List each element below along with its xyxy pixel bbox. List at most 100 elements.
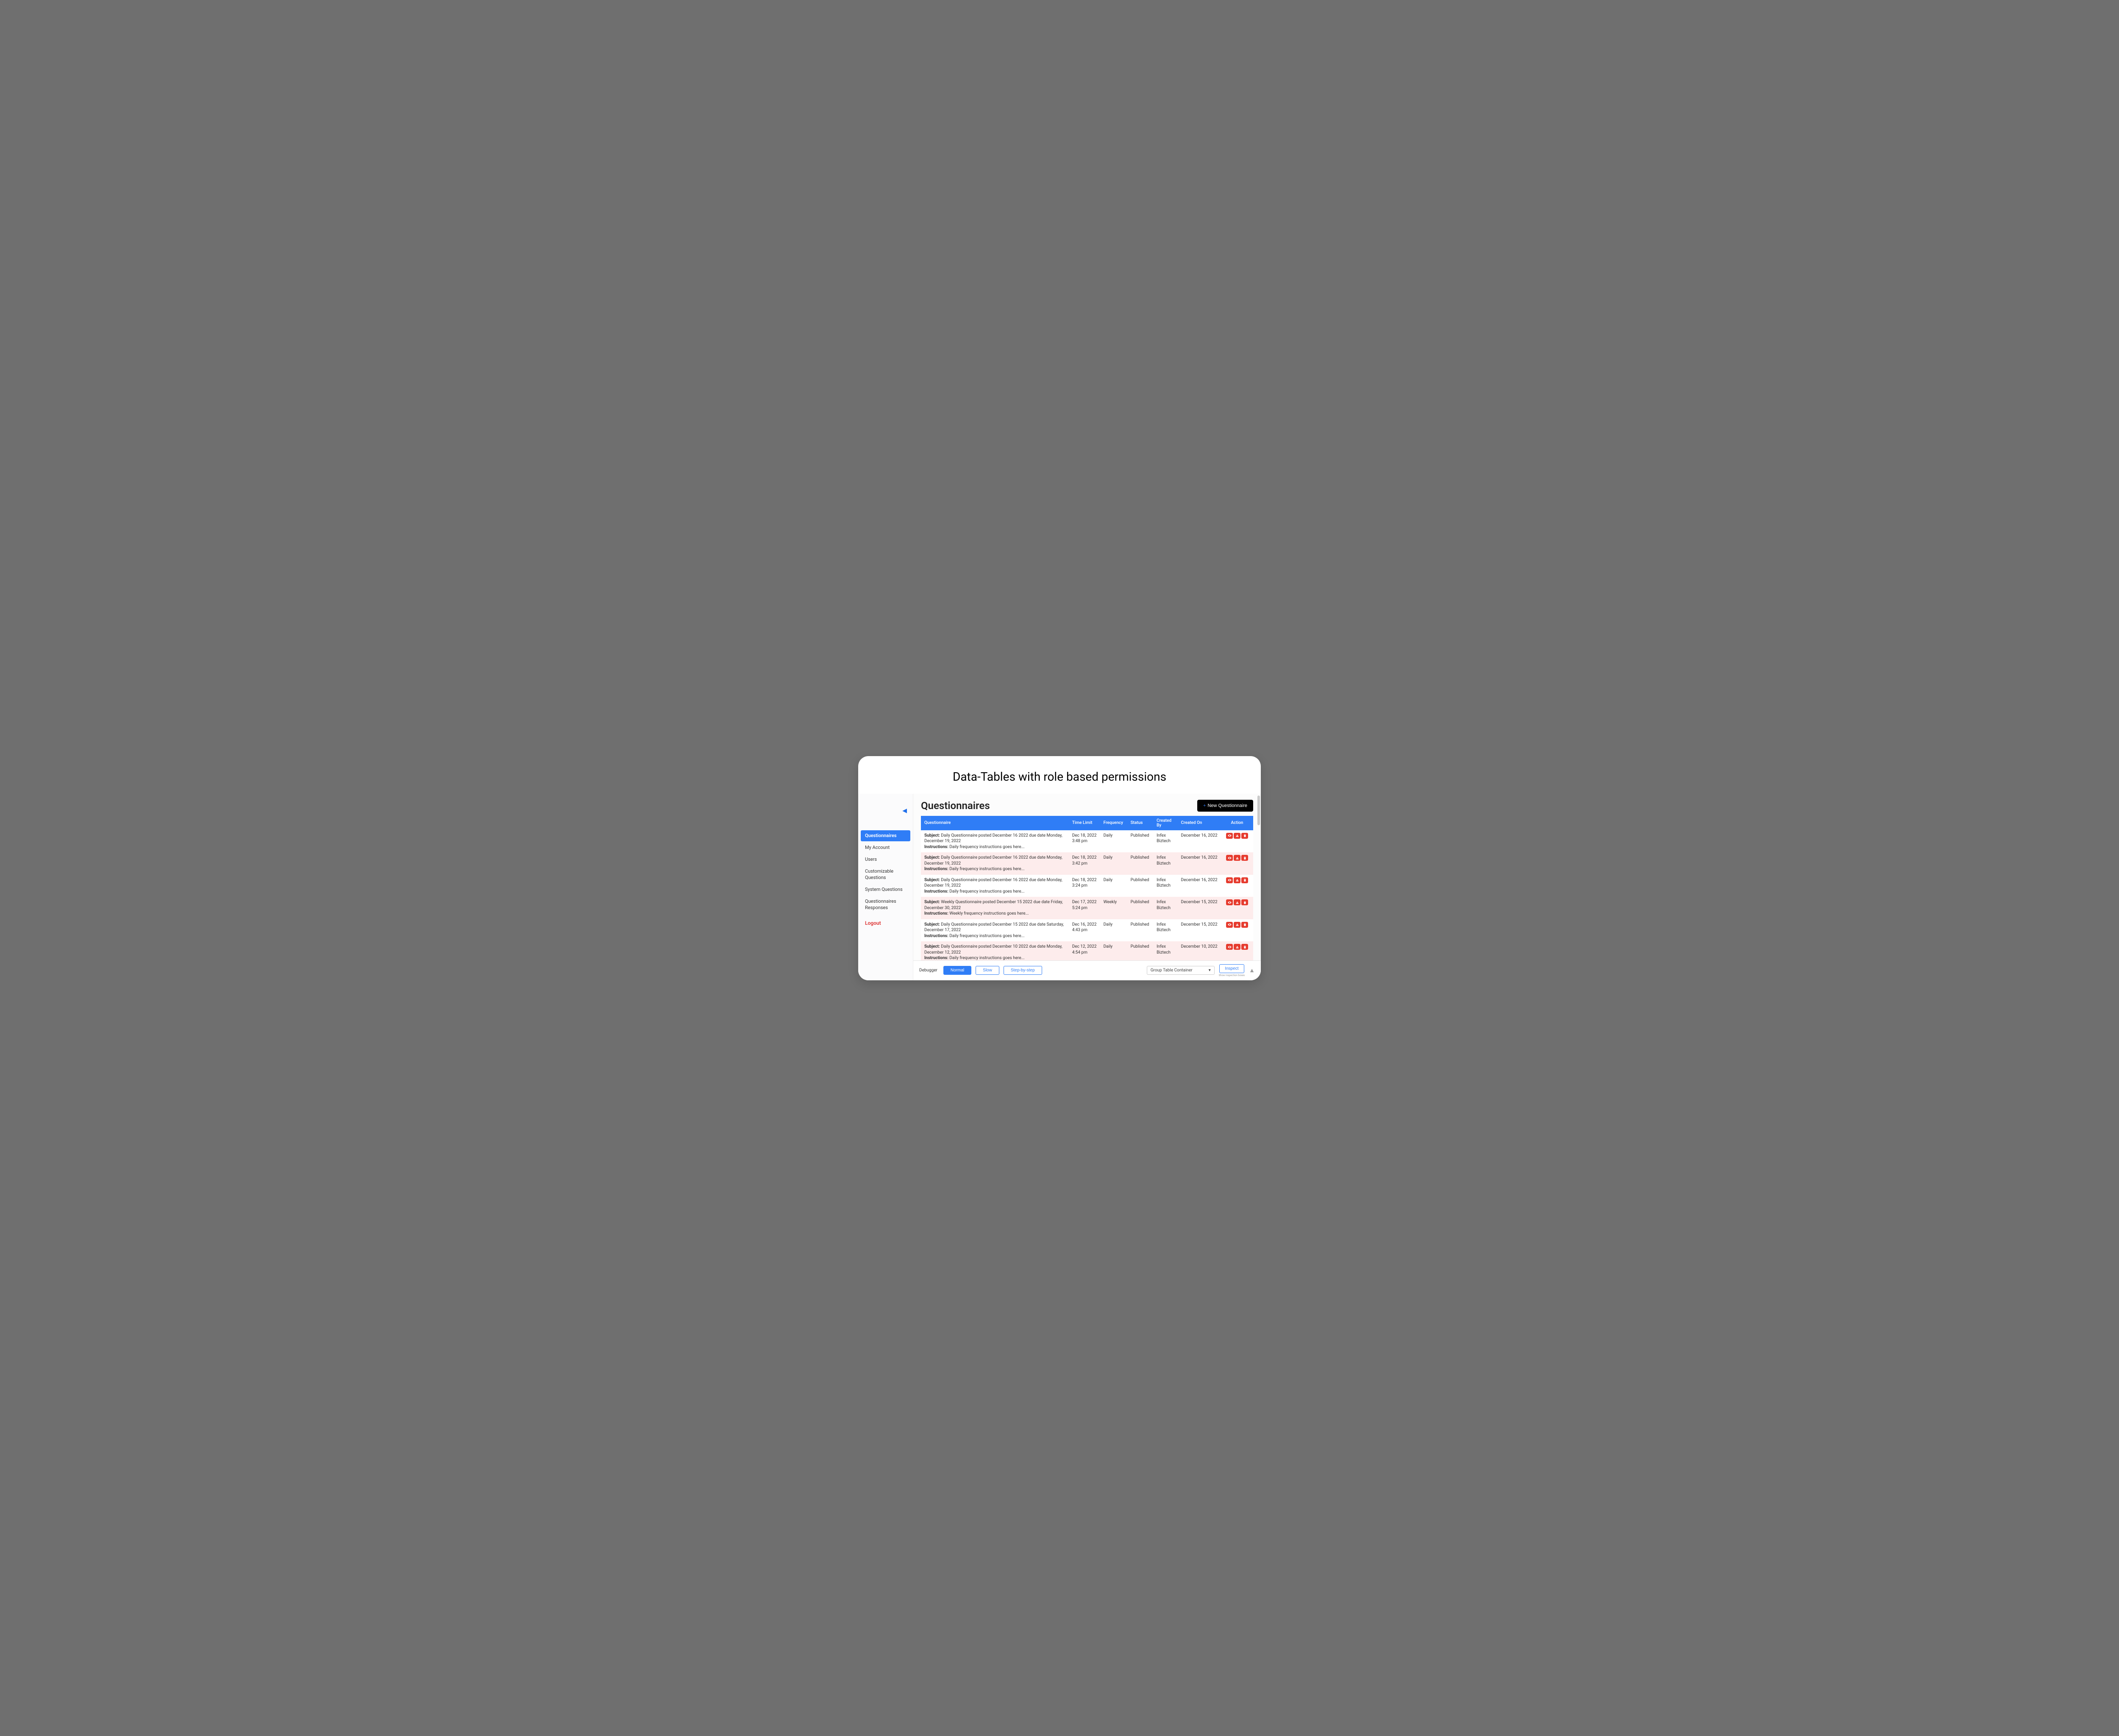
table-header-row: QuestionnaireTime LimitFrequencyStatusCr… xyxy=(921,816,1253,830)
col-0[interactable]: Questionnaire xyxy=(921,816,1069,830)
users-icon[interactable] xyxy=(1234,877,1240,883)
cell-actions xyxy=(1221,919,1253,942)
scrollbar-thumb[interactable] xyxy=(1257,796,1260,825)
main-panel: Questionnaires +New Questionnaire Questi… xyxy=(913,794,1261,980)
cell-frequency: Weekly xyxy=(1100,897,1127,919)
sidebar-nav: QuestionnairesMy AccountUsersCustomizabl… xyxy=(858,830,913,929)
cell-createdBy: Infex Biztech xyxy=(1153,830,1177,853)
sidebar-item-1[interactable]: My Account xyxy=(861,842,910,853)
table-row: Subject: Daily Questionnaire posted Dece… xyxy=(921,919,1253,942)
sidebar-item-3[interactable]: Customizable Questions xyxy=(861,866,910,883)
sidebar: ◀ QuestionnairesMy AccountUsersCustomiza… xyxy=(858,794,913,980)
sidebar-item-0[interactable]: Questionnaires xyxy=(861,830,910,841)
main-scroll[interactable]: Questionnaires +New Questionnaire Questi… xyxy=(913,794,1261,960)
cell-timeLimit: Dec 12, 2022 4:54 pm xyxy=(1069,941,1100,960)
view-icon[interactable] xyxy=(1226,922,1233,928)
users-icon[interactable] xyxy=(1234,922,1240,928)
delete-icon[interactable] xyxy=(1241,855,1248,861)
cell-createdBy: Infex Biztech xyxy=(1153,875,1177,897)
cell-timeLimit: Dec 18, 2022 3:24 pm xyxy=(1069,875,1100,897)
cell-status: Published xyxy=(1127,875,1153,897)
table-body: Subject: Daily Questionnaire posted Dece… xyxy=(921,830,1253,960)
sidebar-logout[interactable]: Logout xyxy=(861,918,910,929)
card-title: Data-Tables with role based permissions xyxy=(858,756,1261,794)
speed-normal-button[interactable]: Normal xyxy=(943,966,971,975)
cell-timeLimit: Dec 18, 2022 3:48 pm xyxy=(1069,830,1100,853)
cell-actions xyxy=(1221,875,1253,897)
cell-frequency: Daily xyxy=(1100,919,1127,942)
view-icon[interactable] xyxy=(1226,877,1233,883)
col-5[interactable]: Created On xyxy=(1178,816,1221,830)
cell-status: Published xyxy=(1127,919,1153,942)
users-icon[interactable] xyxy=(1234,944,1240,950)
sidebar-item-5[interactable]: Questionnaires Responses xyxy=(861,896,910,913)
debugger-label: Debugger xyxy=(919,968,937,973)
cell-createdBy: Infex Biztech xyxy=(1153,897,1177,919)
cell-createdBy: Infex Biztech xyxy=(1153,852,1177,875)
inspect-hint: Show inspection boxes xyxy=(1219,974,1245,977)
new-questionnaire-button[interactable]: +New Questionnaire xyxy=(1197,800,1253,812)
delete-icon[interactable] xyxy=(1241,899,1248,905)
main-header: Questionnaires +New Questionnaire xyxy=(921,800,1253,812)
sidebar-item-2[interactable]: Users xyxy=(861,854,910,865)
cell-actions xyxy=(1221,897,1253,919)
cell-questionnaire: Subject: Weekly Questionnaire posted Dec… xyxy=(921,897,1069,919)
cell-actions xyxy=(1221,852,1253,875)
table-row: Subject: Daily Questionnaire posted Dece… xyxy=(921,941,1253,960)
users-icon[interactable] xyxy=(1234,833,1240,839)
cell-frequency: Daily xyxy=(1100,830,1127,853)
cell-status: Published xyxy=(1127,830,1153,853)
cell-questionnaire: Subject: Daily Questionnaire posted Dece… xyxy=(921,919,1069,942)
delete-icon[interactable] xyxy=(1241,944,1248,950)
cell-createdOn: December 15, 2022 xyxy=(1178,919,1221,942)
plus-icon: + xyxy=(1203,803,1206,808)
questionnaires-table: QuestionnaireTime LimitFrequencyStatusCr… xyxy=(921,816,1253,960)
sidebar-item-4[interactable]: System Questions xyxy=(861,884,910,895)
chevron-down-icon: ▾ xyxy=(1209,968,1211,973)
cell-frequency: Daily xyxy=(1100,875,1127,897)
col-6[interactable]: Action xyxy=(1221,816,1253,830)
cell-frequency: Daily xyxy=(1100,941,1127,960)
view-icon[interactable] xyxy=(1226,944,1233,950)
cell-timeLimit: Dec 16, 2022 4:43 pm xyxy=(1069,919,1100,942)
cell-questionnaire: Subject: Daily Questionnaire posted Dece… xyxy=(921,941,1069,960)
users-icon[interactable] xyxy=(1234,855,1240,861)
table-row: Subject: Daily Questionnaire posted Dece… xyxy=(921,830,1253,853)
col-4[interactable]: Created By xyxy=(1153,816,1177,830)
cell-createdBy: Infex Biztech xyxy=(1153,941,1177,960)
cell-createdOn: December 15, 2022 xyxy=(1178,897,1221,919)
delete-icon[interactable] xyxy=(1241,877,1248,883)
cell-createdOn: December 16, 2022 xyxy=(1178,830,1221,853)
cell-questionnaire: Subject: Daily Questionnaire posted Dece… xyxy=(921,875,1069,897)
cell-questionnaire: Subject: Daily Questionnaire posted Dece… xyxy=(921,830,1069,853)
users-icon[interactable] xyxy=(1234,899,1240,905)
view-icon[interactable] xyxy=(1226,833,1233,839)
debugger-bar: Debugger Normal Slow Step-by-step Group … xyxy=(913,960,1261,980)
col-2[interactable]: Frequency xyxy=(1100,816,1127,830)
cell-frequency: Daily xyxy=(1100,852,1127,875)
collapse-sidebar-icon[interactable]: ◀ xyxy=(902,807,907,814)
cell-questionnaire: Subject: Daily Questionnaire posted Dece… xyxy=(921,852,1069,875)
cell-createdBy: Infex Biztech xyxy=(1153,919,1177,942)
col-3[interactable]: Status xyxy=(1127,816,1153,830)
table-row: Subject: Daily Questionnaire posted Dece… xyxy=(921,875,1253,897)
cell-timeLimit: Dec 18, 2022 3:42 pm xyxy=(1069,852,1100,875)
cell-status: Published xyxy=(1127,852,1153,875)
element-select[interactable]: Group Table Container ▾ xyxy=(1147,966,1215,975)
speed-slow-button[interactable]: Slow xyxy=(976,966,999,975)
delete-icon[interactable] xyxy=(1241,922,1248,928)
view-icon[interactable] xyxy=(1226,855,1233,861)
col-1[interactable]: Time Limit xyxy=(1069,816,1100,830)
speed-step-button[interactable]: Step-by-step xyxy=(1004,966,1042,975)
view-icon[interactable] xyxy=(1226,899,1233,905)
table-row: Subject: Weekly Questionnaire posted Dec… xyxy=(921,897,1253,919)
card: Data-Tables with role based permissions … xyxy=(858,756,1261,980)
cell-actions xyxy=(1221,941,1253,960)
cell-timeLimit: Dec 17, 2022 5:24 pm xyxy=(1069,897,1100,919)
delete-icon[interactable] xyxy=(1241,833,1248,839)
inspect-button[interactable]: Inspect xyxy=(1219,964,1244,973)
cell-actions xyxy=(1221,830,1253,853)
warning-icon[interactable]: ▲ xyxy=(1249,967,1255,974)
cell-status: Published xyxy=(1127,897,1153,919)
page-title: Questionnaires xyxy=(921,800,990,812)
